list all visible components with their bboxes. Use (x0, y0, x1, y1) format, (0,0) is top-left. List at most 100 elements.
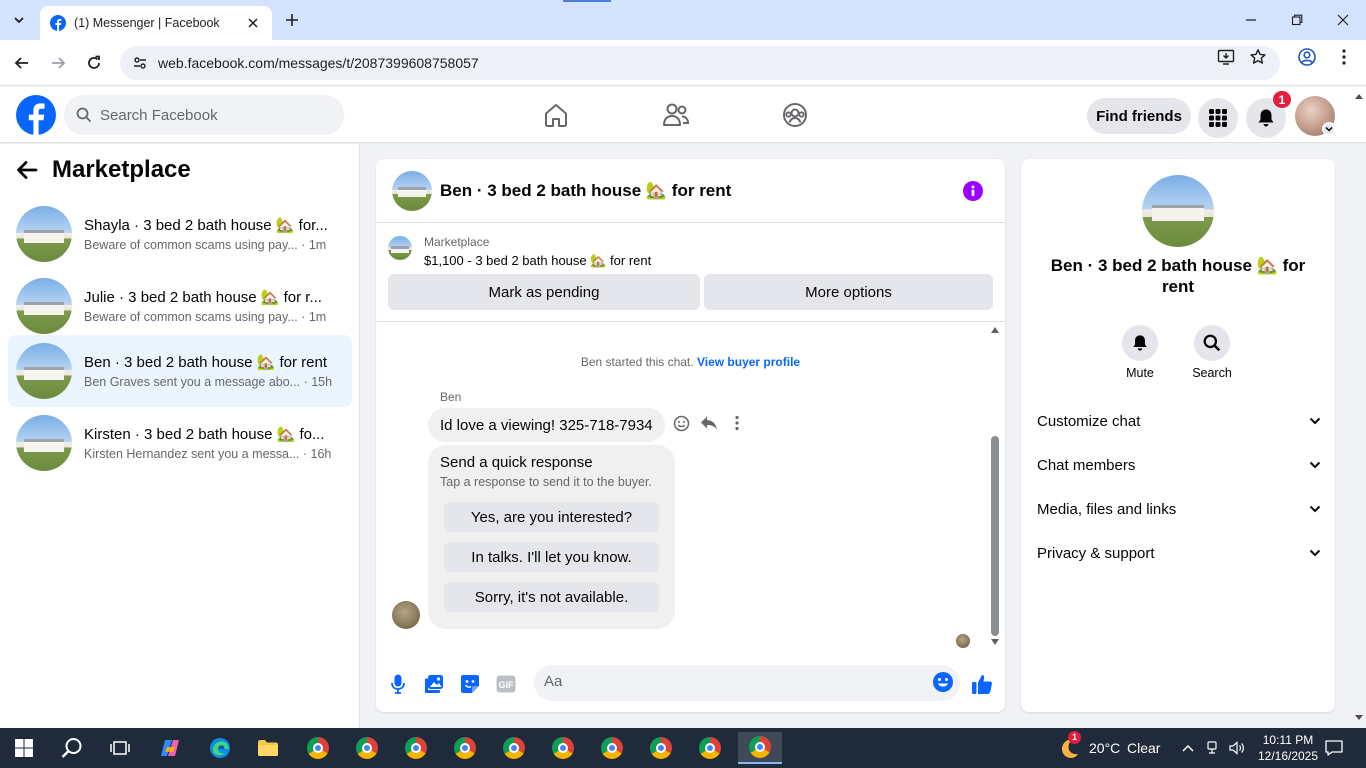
kebab-menu-icon (735, 415, 739, 431)
reply-button[interactable] (700, 414, 718, 432)
mute-button[interactable]: Mute (1112, 325, 1168, 380)
section-label: Chat members (1037, 456, 1136, 474)
chrome-profile-9-button[interactable] (690, 732, 730, 764)
listing-thumbnail (16, 415, 72, 471)
attach-photo-button[interactable] (422, 672, 446, 696)
customize-chat-section[interactable]: Customize chat (1037, 407, 1321, 435)
file-explorer-button[interactable] (248, 732, 288, 764)
facebook-search-input[interactable] (100, 106, 320, 124)
reload-button[interactable] (81, 50, 107, 76)
message-bubble[interactable]: Id love a viewing! 325-718-7934 (428, 408, 665, 442)
quick-response-in-talks[interactable]: In talks. I'll let you know. (444, 542, 659, 572)
thumbs-up-icon (972, 675, 992, 694)
groups-icon (783, 103, 807, 127)
back-button[interactable] (9, 50, 35, 76)
grid-menu-icon (1209, 109, 1227, 127)
scroll-up-button[interactable] (990, 326, 1000, 334)
chrome-profile-5-button[interactable] (494, 732, 534, 764)
network-button[interactable] (1202, 732, 1222, 764)
send-like-button[interactable] (970, 672, 994, 696)
chrome-profile-6-button[interactable] (543, 732, 583, 764)
gif-button[interactable]: GIF (494, 672, 518, 696)
chrome-profile-8-button[interactable] (641, 732, 681, 764)
conversation-item-kirsten[interactable]: Kirsten · 3 bed 2 bath house 🏡 fo... Kir… (8, 407, 352, 479)
seen-indicator-avatar (956, 634, 970, 648)
show-hidden-icons-button[interactable] (1178, 732, 1198, 764)
minimize-button[interactable] (1228, 0, 1274, 40)
chat-title[interactable]: Ben · 3 bed 2 bath house 🏡 for rent (440, 181, 731, 201)
view-buyer-profile-link[interactable]: View buyer profile (697, 355, 800, 369)
emoji-button[interactable] (932, 671, 954, 693)
tab-search-button[interactable] (6, 8, 32, 32)
chrome-profile-7-button[interactable] (592, 732, 632, 764)
find-friends-button[interactable]: Find friends (1087, 98, 1191, 134)
sticker-button[interactable] (458, 672, 482, 696)
browser-profile-button[interactable] (1297, 47, 1317, 67)
edge-button[interactable] (200, 732, 240, 764)
close-window-button[interactable] (1320, 0, 1366, 40)
chrome-profile-2-button[interactable] (347, 732, 387, 764)
chrome-active-window-button[interactable] (738, 732, 782, 764)
chrome-profile-3-button[interactable] (396, 732, 436, 764)
home-nav-button[interactable] (542, 101, 570, 129)
tab-indicator (563, 0, 611, 2)
address-bar[interactable]: web.facebook.com/messages/t/208739960875… (120, 46, 1280, 80)
voice-clip-button[interactable] (386, 672, 410, 696)
start-button[interactable] (4, 732, 44, 764)
windows-logo-icon (15, 739, 33, 757)
browser-tab-messenger[interactable]: (1) Messenger | Facebook (40, 6, 272, 40)
restore-button[interactable] (1274, 0, 1320, 40)
menu-button[interactable] (1198, 98, 1238, 138)
account-menu-button[interactable] (1322, 122, 1336, 136)
chrome-profile-1-button[interactable] (298, 732, 338, 764)
conversation-item-julie[interactable]: Julie · 3 bed 2 bath house 🏡 for r... Be… (8, 270, 352, 342)
conversation-item-shayla[interactable]: Shayla · 3 bed 2 bath house 🏡 for... Bew… (8, 198, 352, 270)
account-icon (1298, 48, 1316, 66)
new-tab-button[interactable] (282, 10, 302, 30)
message-input-box[interactable] (534, 665, 960, 701)
install-app-button[interactable] (1216, 47, 1236, 67)
copilot-button[interactable] (150, 732, 190, 764)
conversation-item-ben[interactable]: Ben · 3 bed 2 bath house 🏡 for rent Ben … (8, 335, 352, 407)
react-button[interactable] (672, 414, 690, 432)
media-files-links-section[interactable]: Media, files and links (1037, 495, 1321, 523)
listing-info[interactable]: Marketplace $1,100 - 3 bed 2 bath house … (388, 235, 651, 269)
forward-button[interactable] (45, 50, 71, 76)
chat-avatar[interactable] (392, 170, 432, 211)
facebook-search-box[interactable] (64, 95, 344, 135)
url-text: web.facebook.com/messages/t/208739960875… (158, 55, 479, 71)
page-scrollbar[interactable] (1352, 88, 1366, 728)
chrome-icon (601, 737, 623, 759)
bookmark-button[interactable] (1248, 47, 1268, 67)
chat-scrollbar-thumb[interactable] (991, 436, 999, 636)
taskbar-search-button[interactable] (52, 732, 92, 764)
site-info-icon[interactable] (130, 53, 150, 73)
notification-center-button[interactable] (1322, 732, 1346, 764)
chrome-profile-4-button[interactable] (445, 732, 485, 764)
volume-button[interactable] (1226, 732, 1248, 764)
privacy-support-section[interactable]: Privacy & support (1037, 539, 1321, 567)
tab-close-button[interactable] (244, 14, 262, 32)
sender-avatar[interactable] (392, 601, 420, 629)
groups-nav-button[interactable] (781, 101, 809, 129)
minimize-icon (1246, 19, 1256, 21)
search-in-conversation-button[interactable]: Search (1184, 325, 1240, 380)
quick-response-interested[interactable]: Yes, are you interested? (444, 502, 659, 532)
listing-price: $1,100 - 3 bed 2 bath house 🏡 for rent (424, 253, 652, 268)
facebook-logo-icon[interactable] (16, 95, 56, 135)
friends-nav-button[interactable] (662, 101, 690, 129)
system-clock[interactable]: 10:11 PM 12/16/2025 (1252, 732, 1324, 764)
conversation-info-button[interactable] (963, 181, 983, 201)
scroll-down-button[interactable] (990, 638, 1000, 646)
more-message-actions-button[interactable] (728, 414, 746, 432)
chat-members-section[interactable]: Chat members (1037, 451, 1321, 479)
chevron-up-icon (1182, 744, 1194, 752)
task-view-button[interactable] (100, 732, 140, 764)
back-to-chats-button[interactable] (16, 160, 38, 180)
more-options-button[interactable]: More options (704, 274, 993, 310)
message-input[interactable] (544, 673, 904, 690)
mark-as-pending-button[interactable]: Mark as pending (388, 274, 700, 310)
details-avatar[interactable] (1142, 175, 1214, 247)
quick-response-not-available[interactable]: Sorry, it's not available. (444, 582, 659, 612)
browser-menu-button[interactable] (1334, 47, 1354, 67)
